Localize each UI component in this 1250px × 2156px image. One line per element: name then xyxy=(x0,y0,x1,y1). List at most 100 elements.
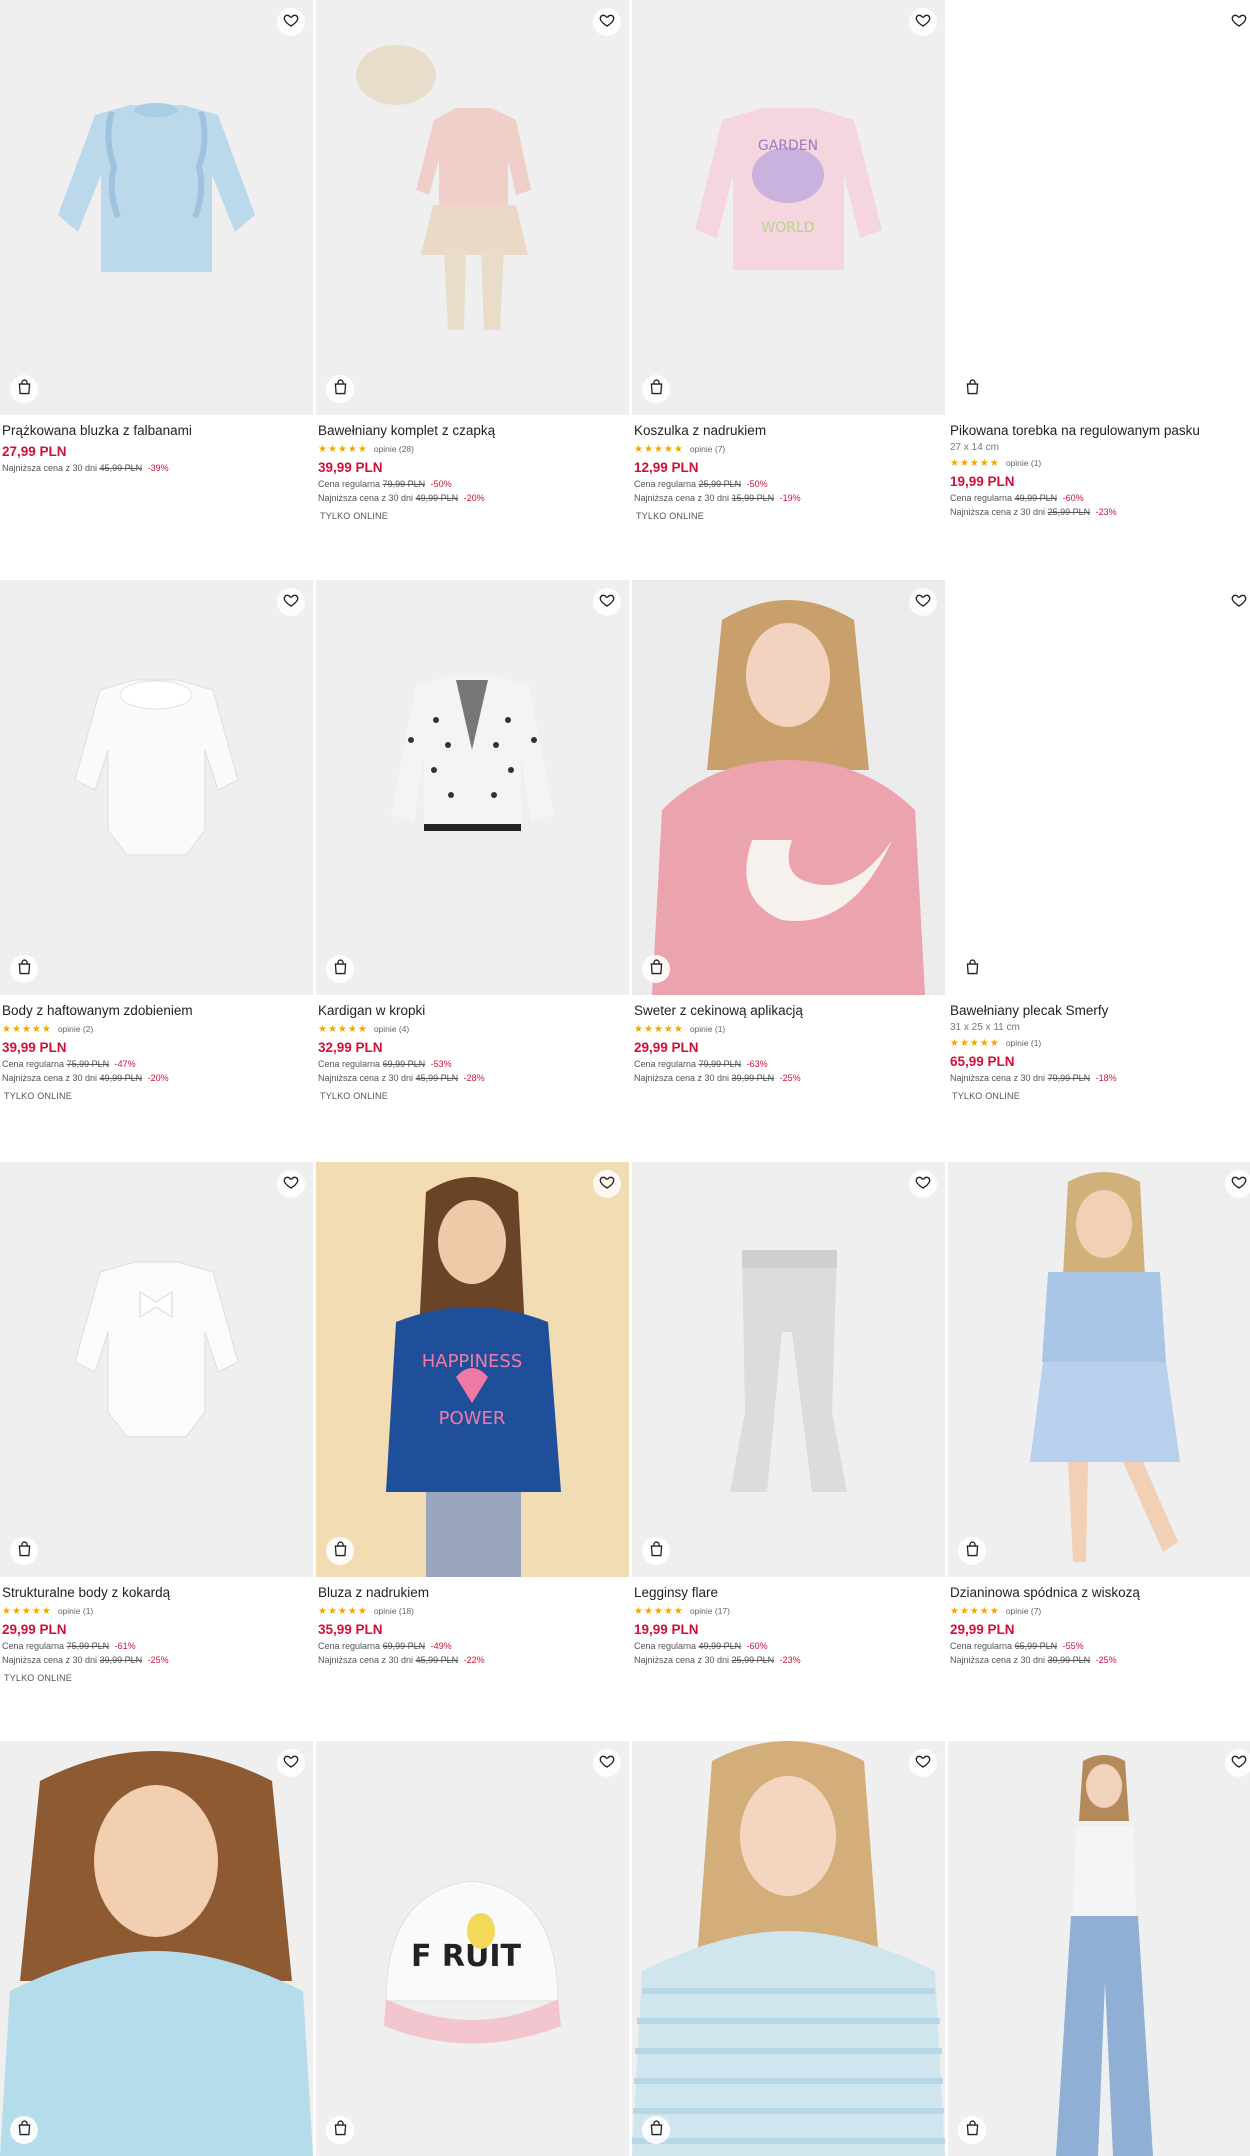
product-rating[interactable]: ★★★★★ opinie (2) xyxy=(2,1023,313,1035)
product-name[interactable]: Sweter z cekinową aplikacją xyxy=(634,1003,945,1019)
add-to-wishlist-button[interactable] xyxy=(909,1749,937,1777)
shopping-bag-icon xyxy=(17,379,32,400)
product-image[interactable] xyxy=(948,1162,1250,1577)
add-to-cart-button[interactable] xyxy=(10,375,38,403)
add-to-cart-button[interactable] xyxy=(10,1537,38,1565)
product-rating[interactable]: ★★★★★ opinie (7) xyxy=(634,443,945,455)
add-to-cart-button[interactable] xyxy=(10,2116,38,2144)
product-name[interactable]: Body z haftowanym zdobieniem xyxy=(2,1003,313,1019)
add-to-cart-button[interactable] xyxy=(326,955,354,983)
product-name[interactable]: Bawełniany plecak Smerfy xyxy=(950,1003,1250,1019)
add-to-wishlist-button[interactable] xyxy=(1225,1170,1250,1198)
product-card[interactable]: Dzianinowa spódnica z wiskozą ★★★★★ opin… xyxy=(948,1162,1250,1666)
product-rating[interactable]: ★★★★★ opinie (17) xyxy=(634,1605,945,1617)
add-to-wishlist-button[interactable] xyxy=(909,1170,937,1198)
product-image[interactable]: HAPPINESS POWER xyxy=(316,1162,629,1577)
product-name[interactable]: Bluza z nadrukiem xyxy=(318,1585,629,1601)
product-image[interactable] xyxy=(948,0,1250,415)
product-name[interactable]: Koszulka z nadrukiem xyxy=(634,423,945,439)
product-rating[interactable]: ★★★★★ opinie (1) xyxy=(634,1023,945,1035)
product-image[interactable] xyxy=(948,1741,1250,2156)
add-to-cart-button[interactable] xyxy=(958,1537,986,1565)
add-to-cart-button[interactable] xyxy=(642,375,670,403)
add-to-wishlist-button[interactable] xyxy=(277,1170,305,1198)
add-to-wishlist-button[interactable] xyxy=(277,1749,305,1777)
product-rating[interactable]: ★★★★★ opinie (1) xyxy=(950,457,1250,469)
product-name[interactable]: Dzianinowa spódnica z wiskozą xyxy=(950,1585,1250,1601)
product-rating[interactable]: ★★★★★ opinie (18) xyxy=(318,1605,629,1617)
product-card[interactable]: F RUIT xyxy=(316,1741,629,2156)
add-to-wishlist-button[interactable] xyxy=(593,1170,621,1198)
add-to-wishlist-button[interactable] xyxy=(593,1749,621,1777)
product-image[interactable] xyxy=(0,1162,313,1577)
product-card[interactable]: Sweter z cekinową aplikacją ★★★★★ opinie… xyxy=(632,580,945,1084)
add-to-cart-button[interactable] xyxy=(958,2116,986,2144)
product-image[interactable] xyxy=(632,1162,945,1577)
add-to-wishlist-button[interactable] xyxy=(277,588,305,616)
add-to-cart-button[interactable] xyxy=(10,955,38,983)
add-to-cart-button[interactable] xyxy=(642,955,670,983)
online-only-badge: TYLKO ONLINE xyxy=(320,511,388,521)
svg-text:GARDEN: GARDEN xyxy=(758,138,818,154)
product-card[interactable]: Prążkowana bluzka z falbanami 27,99 PLN N… xyxy=(0,0,313,474)
add-to-wishlist-button[interactable] xyxy=(1225,588,1250,616)
add-to-wishlist-button[interactable] xyxy=(277,8,305,36)
product-image[interactable] xyxy=(0,580,313,995)
add-to-cart-button[interactable] xyxy=(326,1537,354,1565)
product-name[interactable]: Kardigan w kropki xyxy=(318,1003,629,1019)
product-card[interactable]: Pikowana torebka na regulowanym pasku 27 … xyxy=(948,0,1250,518)
product-card[interactable]: Kardigan w kropki ★★★★★ opinie (4) 32,99 … xyxy=(316,580,629,1101)
svg-text:F RUIT: F RUIT xyxy=(411,1939,522,1974)
add-to-wishlist-button[interactable] xyxy=(909,8,937,36)
product-price: 27,99 PLN xyxy=(2,444,67,459)
product-rating[interactable]: ★★★★★ opinie (1) xyxy=(2,1605,313,1617)
add-to-cart-button[interactable] xyxy=(958,955,986,983)
product-card[interactable]: Bawełniany komplet z czapką ★★★★★ opinie… xyxy=(316,0,629,521)
regular-price: 69,99 PLN xyxy=(382,1641,426,1651)
product-rating[interactable]: ★★★★★ opinie (1) xyxy=(950,1037,1250,1049)
add-to-cart-button[interactable] xyxy=(958,375,986,403)
product-image[interactable]: F RUIT xyxy=(316,1741,629,2156)
product-info: Bawełniany plecak Smerfy 31 x 25 x 11 cm … xyxy=(948,995,1250,1101)
product-rating[interactable]: ★★★★★ opinie (4) xyxy=(318,1023,629,1035)
product-name[interactable]: Legginsy flare xyxy=(634,1585,945,1601)
lowest-discount: -18% xyxy=(1095,1073,1117,1083)
product-card[interactable]: Strukturalne body z kokardą ★★★★★ opinie… xyxy=(0,1162,313,1683)
product-image[interactable] xyxy=(632,1741,945,2156)
product-image[interactable] xyxy=(316,580,629,995)
product-name[interactable]: Strukturalne body z kokardą xyxy=(2,1585,313,1601)
product-name[interactable]: Pikowana torebka na regulowanym pasku xyxy=(950,423,1250,439)
product-card[interactable]: GARDEN WORLD Koszulka z nadrukiem ★★★★★ … xyxy=(632,0,945,521)
lowest-price-line: Najniższa cena z 30 dni 39,99 PLN -25% xyxy=(2,1654,313,1666)
product-name[interactable]: Prążkowana bluzka z falbanami xyxy=(2,423,313,439)
product-card[interactable] xyxy=(632,1741,945,2156)
add-to-wishlist-button[interactable] xyxy=(593,8,621,36)
add-to-wishlist-button[interactable] xyxy=(909,588,937,616)
product-image[interactable] xyxy=(316,0,629,415)
product-image[interactable]: GARDEN WORLD xyxy=(632,0,945,415)
add-to-wishlist-button[interactable] xyxy=(1225,1749,1250,1777)
lowest-price-line: Najniższa cena z 30 dni 39,99 PLN -25% xyxy=(634,1072,945,1084)
product-photo xyxy=(632,580,945,995)
product-card[interactable]: Legginsy flare ★★★★★ opinie (17) 19,99 PL… xyxy=(632,1162,945,1666)
add-to-wishlist-button[interactable] xyxy=(1225,8,1250,36)
product-image[interactable] xyxy=(948,580,1250,995)
product-name[interactable]: Bawełniany komplet z czapką xyxy=(318,423,629,439)
product-card[interactable] xyxy=(0,1741,313,2156)
add-to-cart-button[interactable] xyxy=(642,2116,670,2144)
regular-price: 75,99 PLN xyxy=(66,1641,110,1651)
product-card[interactable]: HAPPINESS POWER Bluza z nadrukiem ★★★★★ … xyxy=(316,1162,629,1666)
product-image[interactable] xyxy=(632,580,945,995)
add-to-wishlist-button[interactable] xyxy=(593,588,621,616)
add-to-cart-button[interactable] xyxy=(326,375,354,403)
shopping-bag-icon xyxy=(649,959,664,980)
product-card[interactable]: Bawełniany plecak Smerfy 31 x 25 x 11 cm … xyxy=(948,580,1250,1101)
add-to-cart-button[interactable] xyxy=(326,2116,354,2144)
product-rating[interactable]: ★★★★★ opinie (28) xyxy=(318,443,629,455)
product-image[interactable] xyxy=(0,0,313,415)
product-image[interactable] xyxy=(0,1741,313,2156)
add-to-cart-button[interactable] xyxy=(642,1537,670,1565)
product-card[interactable]: Body z haftowanym zdobieniem ★★★★★ opini… xyxy=(0,580,313,1101)
product-rating[interactable]: ★★★★★ opinie (7) xyxy=(950,1605,1250,1617)
product-card[interactable] xyxy=(948,1741,1250,2156)
